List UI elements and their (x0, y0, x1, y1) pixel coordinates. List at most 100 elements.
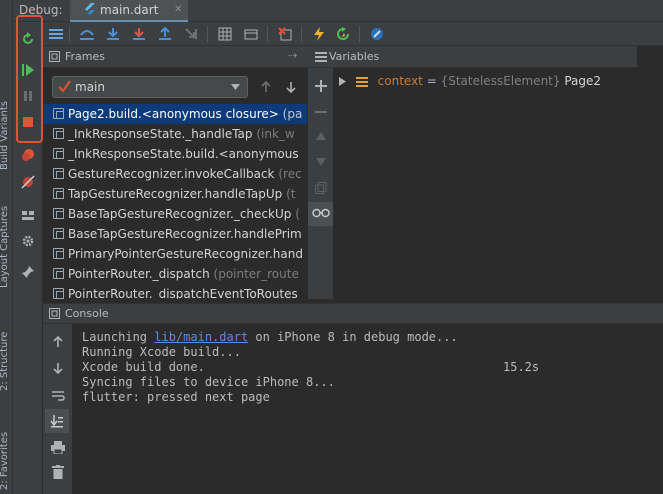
side-tab-structure[interactable]: 2: Structure (0, 325, 13, 391)
frames-list: Page2.build.<anonymous closure> (pa _Ink… (43, 104, 307, 299)
move-up-icon[interactable] (311, 126, 331, 146)
evaluate-expression-icon[interactable] (215, 24, 235, 44)
dart-devtools-icon[interactable] (367, 24, 387, 44)
close-icon[interactable]: ✕ (174, 4, 182, 15)
side-tool-strip: Build Variants Layout Captures 2: Struct… (0, 0, 13, 494)
tab-label: main.dart (100, 3, 159, 17)
next-frame-button[interactable] (281, 77, 301, 97)
checkmark-icon (58, 79, 71, 93)
frame-row[interactable]: BaseTapGestureRecognizer._checkUp ( (43, 204, 307, 224)
console-line: Xcode build done. (82, 360, 205, 374)
tab-main-dart[interactable]: main.dart ✕ (70, 0, 188, 22)
previous-frame-button[interactable] (256, 77, 276, 97)
console-line: Launching lib/main.dart on iPhone 8 in d… (82, 330, 458, 344)
frame-icon (53, 128, 64, 139)
frames-panel: Frames ⇢ main Page2.build.<anonymous clo… (43, 46, 307, 299)
frame-icon (53, 188, 64, 199)
frame-icon (53, 168, 64, 179)
build-time: 15.2s (503, 360, 540, 374)
trash-icon[interactable] (48, 462, 68, 482)
frames-title: Frames (65, 50, 106, 63)
run-to-cursor-icon[interactable] (181, 24, 201, 44)
copy-icon[interactable] (311, 178, 331, 198)
restore-panel-icon[interactable]: ⇢ (288, 49, 297, 62)
hot-restart-icon[interactable] (333, 24, 353, 44)
variable-name: context (377, 74, 423, 88)
menu-icon[interactable] (46, 24, 66, 44)
view-breakpoints-button[interactable] (18, 145, 38, 165)
frame-row[interactable]: Page2.build.<anonymous closure> (pa (43, 104, 307, 124)
variables-icon (315, 51, 327, 62)
thread-name: main (75, 80, 105, 94)
force-step-into-icon[interactable] (129, 24, 149, 44)
console-icon (49, 308, 60, 319)
console-actions-column (43, 324, 73, 494)
frame-row[interactable]: BaseTapGestureRecognizer.handlePrim (43, 224, 307, 244)
variables-actions-column (307, 46, 334, 299)
field-icon (355, 76, 368, 87)
variable-value: Page2 (564, 74, 602, 88)
frame-row[interactable]: GestureRecognizer.invokeCallback (rec (43, 164, 307, 184)
step-out-icon[interactable] (155, 24, 175, 44)
scroll-to-end-icon (50, 414, 64, 428)
move-down-icon[interactable] (311, 152, 331, 172)
scroll-to-end-toggle[interactable] (45, 409, 69, 433)
frame-row[interactable]: PrimaryPointerGestureRecognizer.hand (43, 244, 307, 264)
glasses-icon (312, 208, 330, 218)
variables-header: Variables (307, 46, 637, 68)
remove-watch-icon[interactable] (311, 102, 331, 122)
side-tab-build-variants[interactable]: Build Variants (0, 90, 13, 170)
frame-icon (53, 228, 64, 239)
console-output[interactable]: Launching lib/main.dart on iPhone 8 in d… (73, 324, 663, 494)
trace-icon[interactable] (241, 24, 261, 44)
console-line: flutter: pressed next page (82, 390, 270, 404)
frame-row[interactable]: _InkResponseState.build.<anonymous (43, 144, 307, 164)
flutter-icon (84, 3, 96, 17)
console-header: Console (43, 303, 663, 324)
variables-panel: Variables context = {StatelessElement} P… (307, 46, 663, 299)
variable-row[interactable]: context = {StatelessElement} Page2 (339, 74, 601, 88)
settings-gear-icon[interactable] (18, 231, 38, 251)
step-into-icon[interactable] (103, 24, 123, 44)
variable-equals: = (422, 74, 441, 88)
thread-selector[interactable]: main (52, 76, 248, 98)
expand-arrow-icon[interactable] (339, 77, 346, 86)
hot-reload-icon[interactable] (309, 24, 329, 44)
clear-breakpoints-icon[interactable] (275, 24, 295, 44)
frames-icon (49, 51, 60, 62)
file-link[interactable]: lib/main.dart (154, 330, 248, 344)
mute-breakpoints-button[interactable] (18, 172, 38, 192)
debug-title-bar: Debug: main.dart ✕ (13, 0, 663, 22)
frame-row[interactable]: PointerRouter._dispatchEventToRoutes (43, 284, 307, 299)
frame-row[interactable]: TapGestureRecognizer.handleTapUp (t (43, 184, 307, 204)
frame-icon (53, 208, 64, 219)
show-watches-toggle[interactable] (308, 202, 334, 226)
chevron-down-icon (231, 84, 240, 90)
frame-icon (53, 248, 64, 259)
debug-window: Build Variants Layout Captures 2: Struct… (0, 0, 663, 494)
frame-icon (53, 268, 64, 279)
scroll-up-icon[interactable] (48, 332, 68, 352)
console-title: Console (65, 307, 109, 320)
variables-title: Variables (329, 50, 380, 63)
side-tab-favorites[interactable]: 2: Favorites (0, 428, 13, 490)
variable-type: {StatelessElement} (440, 74, 561, 88)
restore-layout-button[interactable] (18, 205, 38, 225)
frames-header: Frames ⇢ (43, 46, 307, 68)
step-over-icon[interactable] (77, 24, 97, 44)
print-icon[interactable] (48, 437, 68, 457)
frame-icon (53, 288, 64, 299)
frame-icon (53, 148, 64, 159)
frame-row[interactable]: PointerRouter._dispatch (pointer_route (43, 264, 307, 284)
debug-toolbar (43, 22, 663, 46)
frame-row[interactable]: _InkResponseState._handleTap (ink_w (43, 124, 307, 144)
console-line: Syncing files to device iPhone 8... (82, 375, 335, 389)
frame-icon (53, 108, 64, 119)
soft-wrap-icon[interactable] (48, 386, 68, 406)
pin-icon[interactable] (18, 262, 38, 282)
add-watch-icon[interactable] (311, 76, 331, 96)
annotation-highlight-box (16, 15, 43, 143)
scroll-down-icon[interactable] (48, 358, 68, 378)
side-tab-layout-captures[interactable]: Layout Captures (0, 200, 13, 288)
console-line: Running Xcode build... (82, 345, 241, 359)
